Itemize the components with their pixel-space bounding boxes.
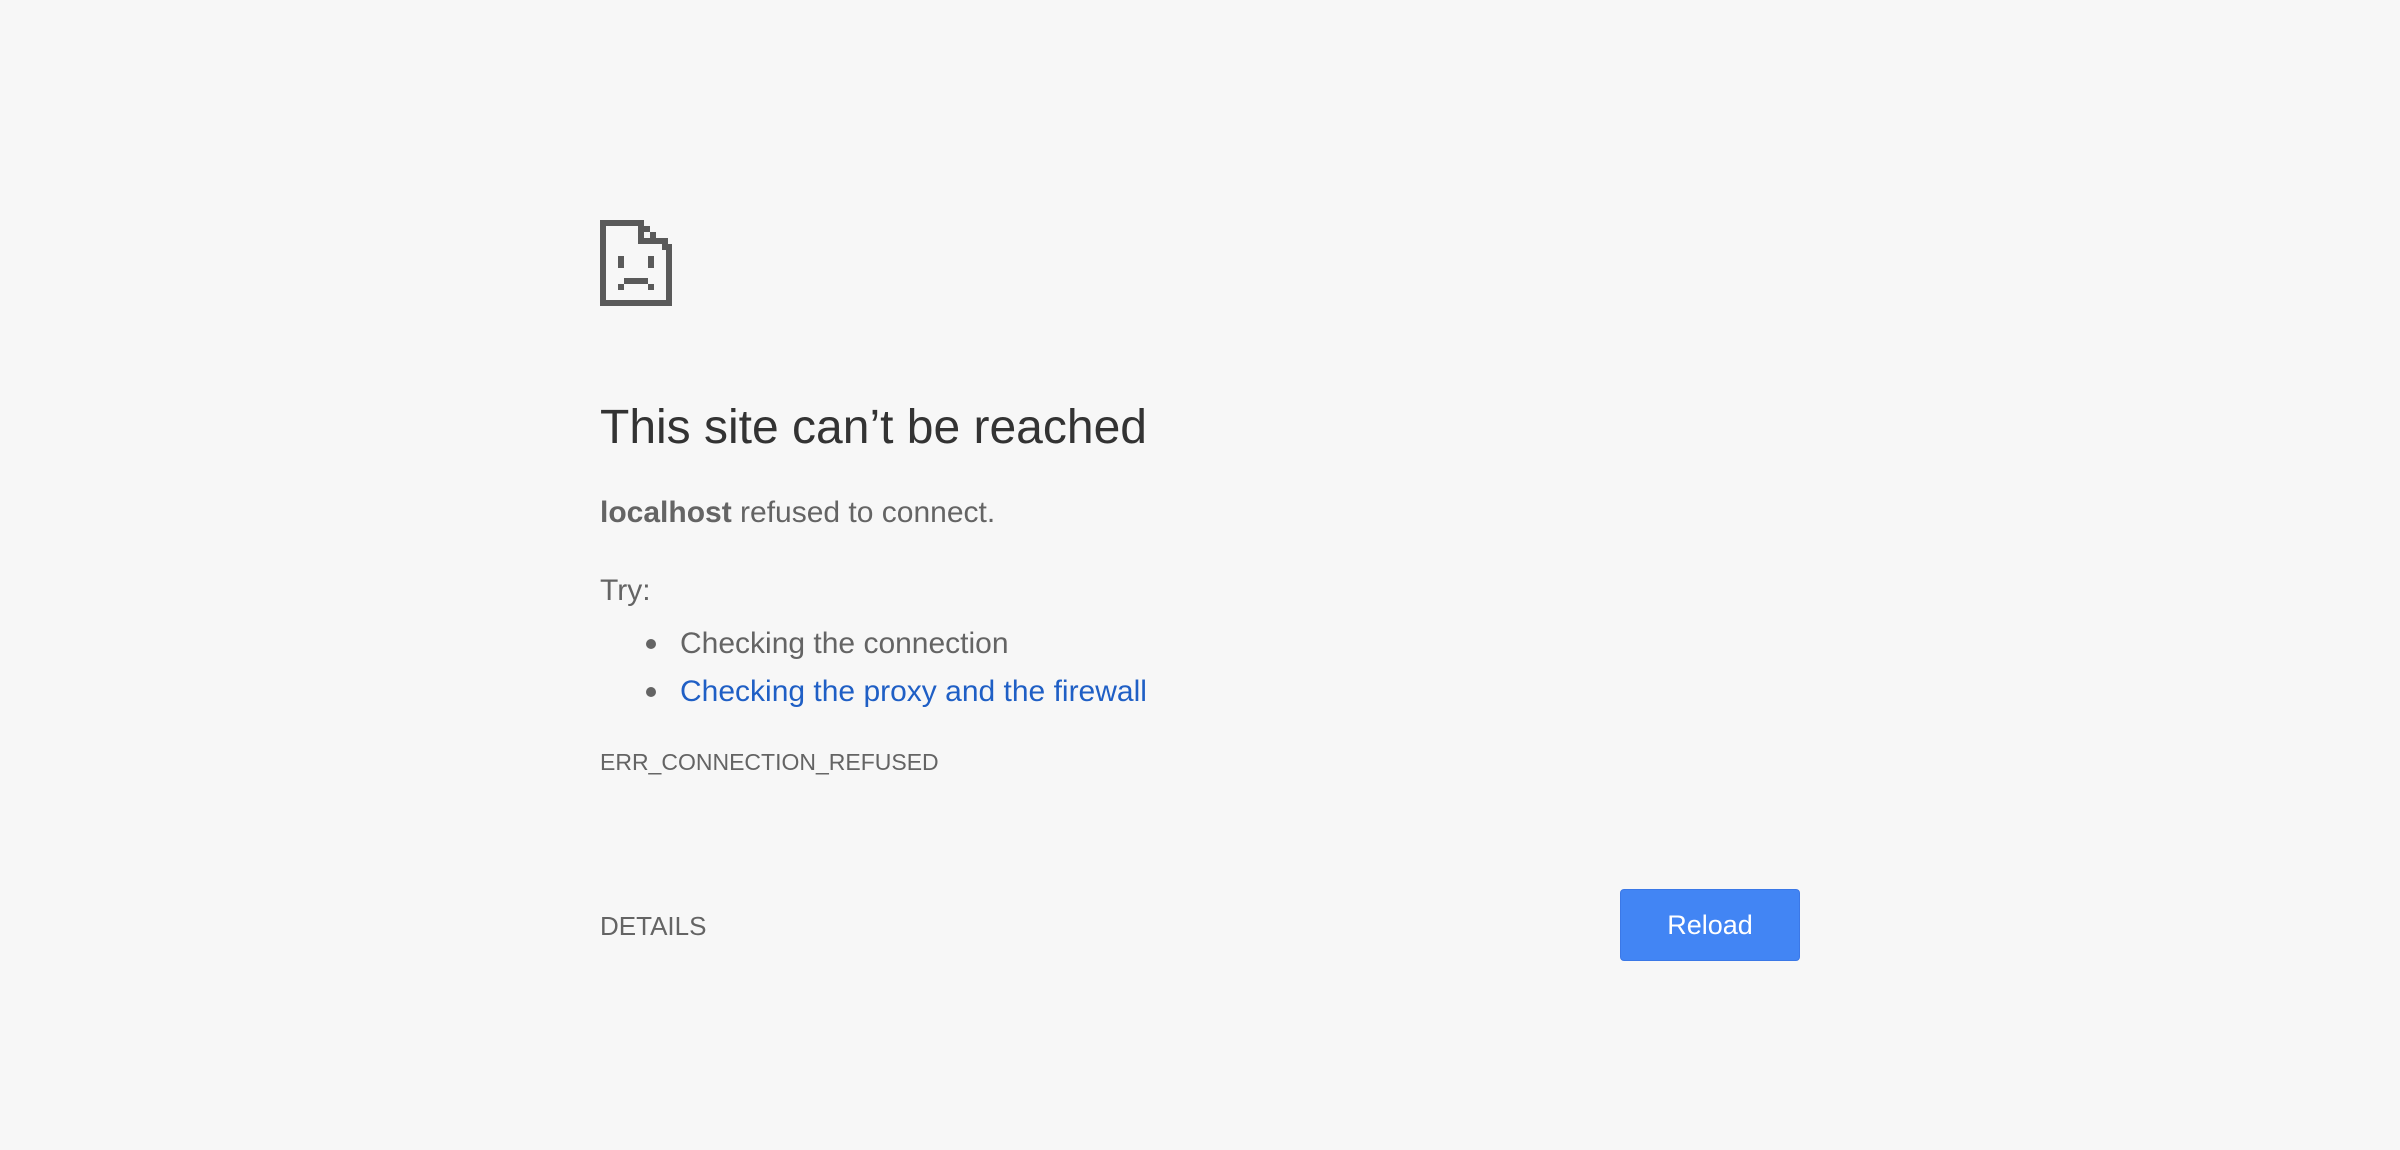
suggestion-check-connection: Checking the connection <box>600 620 1147 668</box>
try-label: Try: <box>600 574 651 607</box>
check-proxy-firewall-link[interactable]: Checking the proxy and the firewall <box>680 675 1147 708</box>
details-button[interactable]: DETAILS <box>600 906 706 946</box>
suggestion-check-proxy: Checking the proxy and the firewall <box>600 668 1147 716</box>
error-page: This site can’t be reached localhost ref… <box>0 0 2400 1150</box>
error-content: This site can’t be reached localhost ref… <box>600 220 1800 708</box>
bullet-icon <box>646 687 656 697</box>
error-message: localhost refused to connect. <box>600 495 995 531</box>
reload-button[interactable]: Reload <box>1620 889 1800 961</box>
suggestion-list: Checking the connection Checking the pro… <box>600 620 1147 716</box>
bullet-icon <box>646 639 656 649</box>
error-message-text: refused to connect. <box>731 496 996 529</box>
error-host: localhost <box>600 496 732 529</box>
sad-page-icon <box>600 220 672 306</box>
error-code: ERR_CONNECTION_REFUSED <box>600 749 939 775</box>
suggestion-text: Checking the connection <box>680 627 1009 660</box>
page-title: This site can’t be reached <box>600 401 1147 454</box>
